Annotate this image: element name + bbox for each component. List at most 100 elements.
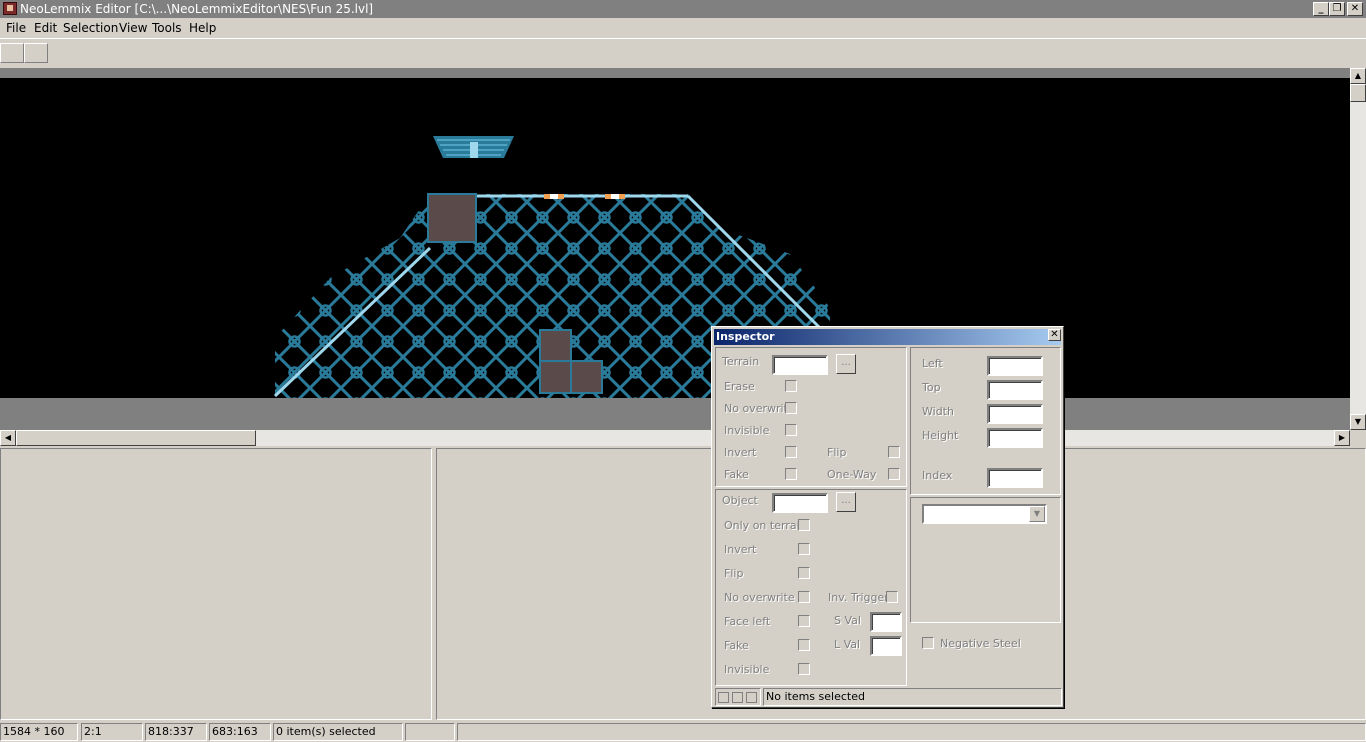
- l-val-label: L Val: [834, 638, 861, 651]
- index-input[interactable]: [987, 468, 1043, 488]
- terrain-input[interactable]: [772, 355, 828, 375]
- object-no-overwrite-checkbox[interactable]: [798, 591, 810, 603]
- l-val-input[interactable]: [870, 636, 902, 656]
- status-cursor-position: 818:337: [145, 723, 207, 741]
- title-bar: NeoLemmix Editor [C:\...\NeoLemmixEditor…: [0, 0, 1366, 18]
- face-left-label: Face left: [724, 615, 771, 628]
- menu-edit[interactable]: Edit: [34, 21, 57, 35]
- toolbar: [0, 38, 1366, 66]
- steel-block-1[interactable]: [427, 193, 477, 243]
- scroll-up-button[interactable]: ▲: [1350, 68, 1366, 84]
- terrain-fake-checkbox[interactable]: [785, 468, 797, 480]
- inspector-window[interactable]: Inspector ✕ Terrain ... Erase No overwri…: [711, 326, 1064, 708]
- s-val-label: S Val: [834, 614, 861, 627]
- status-zoom: 2:1: [81, 723, 143, 741]
- status-panel-empty-1: [405, 723, 455, 741]
- object-no-overwrite-label: No overwrite: [724, 591, 795, 604]
- position-group: Left Top Width Height Index: [910, 347, 1061, 495]
- inspector-status-bar: No items selected: [715, 688, 1062, 706]
- terrain-no-overwrite-checkbox[interactable]: [785, 402, 797, 414]
- status-level-size: 1584 * 160: [0, 723, 78, 741]
- width-input[interactable]: [987, 404, 1043, 424]
- status-bar: 1584 * 160 2:1 818:337 683:163 0 item(s)…: [0, 722, 1366, 742]
- terrain-one-way-checkbox[interactable]: [888, 468, 900, 480]
- object-type-group: ▼: [910, 497, 1061, 623]
- minimize-button[interactable]: _: [1313, 2, 1329, 16]
- terrain-invisible-checkbox[interactable]: [785, 424, 797, 436]
- face-left-checkbox[interactable]: [798, 615, 810, 627]
- steel-block-4[interactable]: [570, 360, 603, 394]
- status-panel-empty-2: [457, 723, 1366, 741]
- scroll-down-button[interactable]: ▼: [1350, 414, 1366, 430]
- terrain-label: Terrain: [722, 355, 760, 368]
- terrain-flip-checkbox[interactable]: [888, 446, 900, 458]
- index-label: Index: [922, 469, 953, 482]
- inspector-title-bar[interactable]: Inspector: [714, 329, 1061, 345]
- chevron-down-icon[interactable]: ▼: [1029, 506, 1045, 522]
- inv-trigger-checkbox[interactable]: [886, 591, 898, 603]
- status-square-icon-2: [732, 692, 743, 703]
- inv-trigger-label: Inv. Trigger: [828, 591, 889, 604]
- object-label: Object: [722, 494, 758, 507]
- vertical-scroll-thumb[interactable]: [1350, 84, 1366, 102]
- object-group: Object ... Only on terrain Invert Flip N…: [715, 489, 907, 686]
- level-view[interactable]: [0, 68, 1350, 430]
- terrain-group: Terrain ... Erase No overwrite Invisible…: [715, 347, 907, 487]
- object-fake-checkbox[interactable]: [798, 639, 810, 651]
- trap-object-2[interactable]: [605, 194, 625, 199]
- menu-tools[interactable]: Tools: [152, 21, 182, 35]
- negative-steel-checkbox[interactable]: [922, 637, 934, 649]
- restore-button[interactable]: ❐: [1329, 2, 1345, 16]
- steel-block-2[interactable]: [539, 329, 572, 362]
- terrain-erase-checkbox[interactable]: [785, 380, 797, 392]
- menu-selection[interactable]: Selection: [63, 21, 118, 35]
- left-input[interactable]: [987, 356, 1043, 376]
- toolbar-button-1[interactable]: [0, 43, 24, 63]
- left-label: Left: [922, 357, 943, 370]
- scroll-right-button[interactable]: ▶: [1334, 430, 1350, 446]
- s-val-input[interactable]: [870, 612, 902, 632]
- piece-list-pane[interactable]: [0, 448, 432, 720]
- only-on-terrain-label: Only on terrain: [724, 519, 807, 532]
- terrain-fake-label: Fake: [724, 468, 749, 481]
- object-fake-label: Fake: [724, 639, 749, 652]
- object-flip-checkbox[interactable]: [798, 567, 810, 579]
- object-invert-checkbox[interactable]: [798, 543, 810, 555]
- level-terrain-graphic: [273, 136, 830, 398]
- trap-object-1[interactable]: [544, 194, 564, 199]
- app-icon[interactable]: [3, 2, 17, 15]
- menu-help[interactable]: Help: [189, 21, 216, 35]
- status-selection: 0 item(s) selected: [273, 723, 403, 741]
- only-on-terrain-checkbox[interactable]: [798, 519, 810, 531]
- menu-view[interactable]: View: [119, 21, 147, 35]
- object-input[interactable]: [772, 493, 828, 513]
- menu-file[interactable]: File: [6, 21, 26, 35]
- height-label: Height: [922, 429, 959, 442]
- inspector-close-icon[interactable]: ✕: [1048, 329, 1061, 341]
- inspector-status-text: No items selected: [763, 688, 1062, 706]
- object-invert-label: Invert: [724, 543, 757, 556]
- height-input[interactable]: [987, 428, 1043, 448]
- horizontal-scrollbar[interactable]: ◀ ▶: [0, 430, 1350, 446]
- terrain-invert-checkbox[interactable]: [785, 446, 797, 458]
- top-input[interactable]: [987, 380, 1043, 400]
- menu-bar: File Edit Selection View Tools Help: [0, 18, 1366, 38]
- negative-steel-label: Negative Steel: [940, 637, 1021, 650]
- terrain-erase-label: Erase: [724, 380, 755, 393]
- vertical-scrollbar[interactable]: ▲ ▼: [1350, 68, 1366, 430]
- object-browse-button[interactable]: ...: [836, 492, 856, 512]
- status-level-position: 683:163: [209, 723, 271, 741]
- object-type-dropdown[interactable]: ▼: [922, 504, 1047, 524]
- object-invisible-label: Invisible: [724, 663, 770, 676]
- level-canvas[interactable]: [0, 78, 1350, 398]
- entrance-hatch[interactable]: [433, 136, 514, 158]
- object-invisible-checkbox[interactable]: [798, 663, 810, 675]
- terrain-browse-button[interactable]: ...: [836, 354, 856, 374]
- steel-block-3[interactable]: [539, 360, 572, 394]
- scroll-left-button[interactable]: ◀: [0, 430, 16, 446]
- object-flip-label: Flip: [724, 567, 744, 580]
- terrain-invert-label: Invert: [724, 446, 757, 459]
- horizontal-scroll-thumb[interactable]: [16, 430, 256, 446]
- toolbar-button-2[interactable]: [24, 43, 48, 63]
- close-button[interactable]: ✕: [1347, 2, 1363, 16]
